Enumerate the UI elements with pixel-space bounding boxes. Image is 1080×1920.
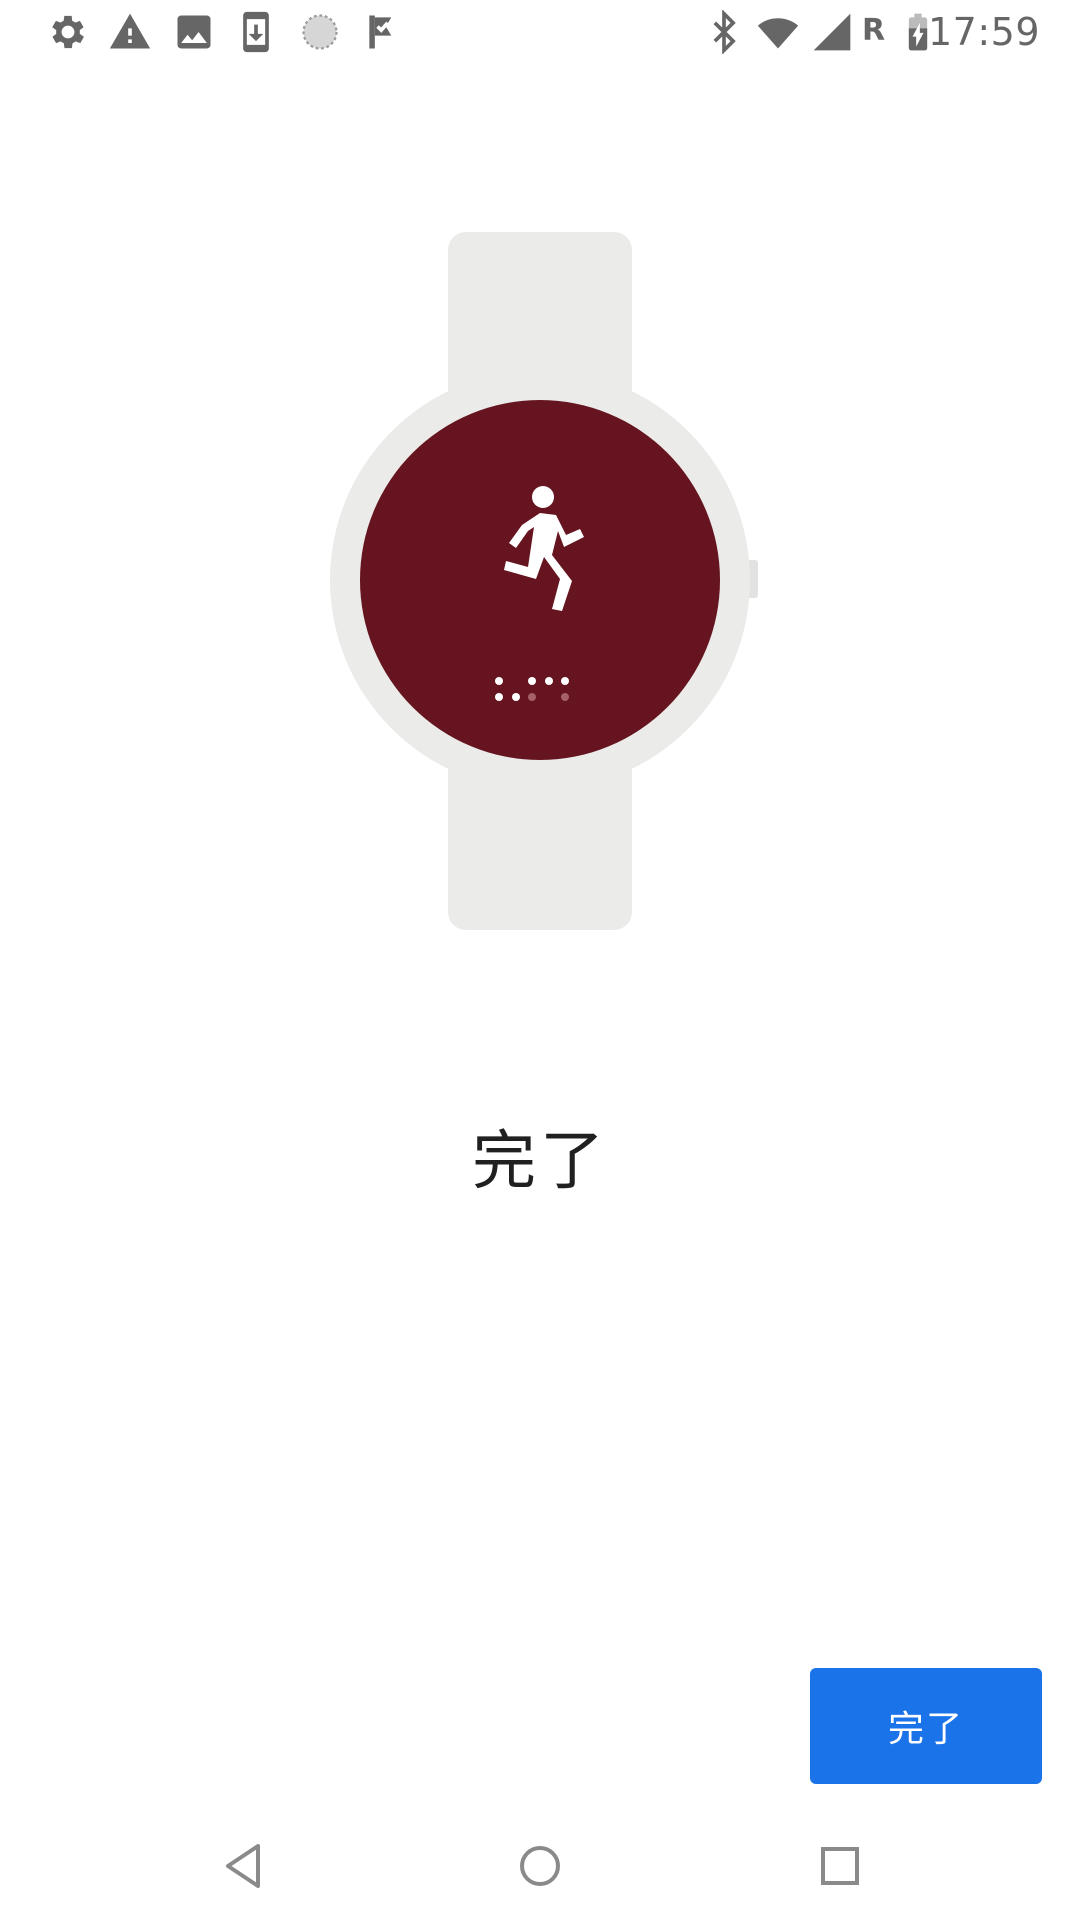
page-title: 完了: [472, 1125, 608, 1199]
roaming-indicator: R: [862, 13, 886, 48]
watch-face: [360, 400, 720, 760]
clock: 17:59: [927, 10, 1040, 54]
back-icon[interactable]: [214, 1836, 274, 1896]
bluetooth-icon: [702, 10, 746, 54]
sync-circle-icon: [298, 10, 342, 54]
done-button[interactable]: 完了: [810, 1668, 1042, 1784]
home-icon[interactable]: [510, 1836, 570, 1896]
cell-signal-icon: [810, 10, 854, 54]
warning-icon: [108, 10, 152, 54]
navigation-bar: [0, 1812, 1080, 1920]
status-bar: R 17:59: [0, 0, 1080, 64]
wifi-icon: [756, 10, 800, 54]
check-flag-icon: [362, 10, 406, 54]
recents-icon[interactable]: [810, 1836, 870, 1896]
settings-icon: [46, 10, 90, 54]
image-icon: [172, 10, 216, 54]
watch-illustration: [300, 220, 780, 940]
screen: R 17:59 完了 完了: [0, 0, 1080, 1920]
download-phone-icon: [234, 10, 278, 54]
